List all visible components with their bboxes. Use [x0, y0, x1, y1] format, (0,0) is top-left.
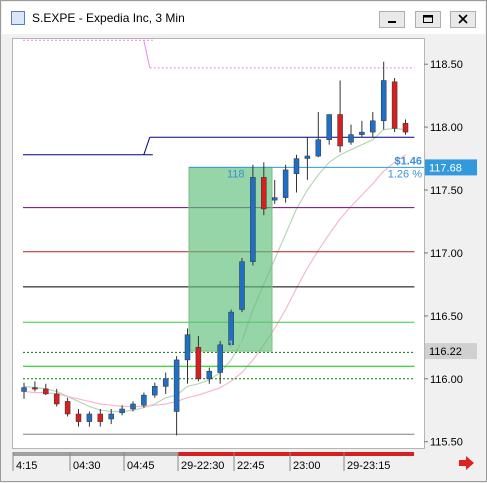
candle-body	[162, 378, 169, 387]
x-tick-label: 22:45	[237, 460, 265, 472]
level-step-1	[143, 40, 151, 69]
level-step-2	[143, 137, 151, 155]
time-bar-red	[178, 452, 414, 456]
candle-body	[195, 347, 202, 380]
reference-price-tag: 117.68	[429, 162, 462, 174]
chart-window: S.EXPE - Expedia Inc, 3 Min 118 116 $1.46 1…	[0, 0, 487, 482]
candle-body	[359, 131, 365, 135]
candle-body	[184, 334, 191, 361]
candle-body	[315, 139, 322, 157]
x-tick-label: 04:30	[73, 460, 101, 472]
candle-body	[337, 114, 343, 147]
candle-body	[380, 80, 387, 122]
candle-body	[21, 387, 27, 392]
candle-body	[97, 413, 104, 422]
candle-body	[75, 413, 82, 422]
candle-body	[119, 408, 125, 414]
y-tick-label: 116.00	[430, 374, 463, 386]
scroll-right-button[interactable]	[456, 455, 476, 471]
candle-body	[391, 81, 398, 129]
candle-body	[271, 197, 278, 201]
red-right-arrow-icon	[459, 456, 474, 470]
candle-body	[32, 387, 38, 390]
candlestick-chart[interactable]: 118 116 $1.461.26 % 118.50 118.00 117.50 117.0…	[1, 1, 487, 483]
candle-body	[239, 261, 245, 310]
position-exit-label: 118	[227, 168, 245, 180]
y-tick-label: 116.50	[430, 311, 463, 323]
candle-body	[86, 413, 93, 422]
last-price-tag: 116.22	[429, 346, 462, 358]
candle-body	[370, 120, 376, 133]
candle-body	[304, 155, 311, 159]
y-tick-label: 118.00	[430, 122, 463, 134]
candle-body	[43, 388, 49, 395]
candle-body	[108, 413, 114, 420]
y-tick-label: 115.50	[430, 437, 463, 449]
x-tick-label: 23:00	[293, 460, 321, 472]
candle-body	[282, 169, 289, 198]
candle-body	[402, 123, 409, 133]
candle-body	[217, 344, 223, 373]
candle-body	[206, 370, 213, 380]
y-tick-label: 117.50	[430, 185, 463, 197]
y-tick-label: 118.50	[430, 59, 463, 71]
candle-body	[261, 177, 267, 210]
candle-body	[348, 134, 354, 143]
candle-body	[293, 158, 300, 174]
profit-label: $1.46	[394, 155, 422, 167]
y-tick-label: 117.00	[430, 248, 463, 260]
candle-body	[141, 394, 147, 406]
candle-body	[64, 401, 71, 415]
x-tick-label: 29-22:30	[181, 460, 224, 472]
candle-body	[152, 386, 158, 396]
x-tick-label: 29-23:15	[347, 460, 390, 472]
candle-body	[53, 393, 60, 405]
candle-body	[326, 114, 332, 140]
candle-body	[173, 359, 180, 412]
candle-body	[130, 403, 136, 410]
position-entry-label: 116	[228, 339, 246, 351]
x-tick-label: 04:45	[127, 460, 155, 472]
candle-body	[250, 177, 256, 262]
time-bar-gray	[13, 452, 178, 456]
x-tick-label: 4:15	[16, 460, 37, 472]
percent-label: 1.26 %	[388, 168, 422, 180]
